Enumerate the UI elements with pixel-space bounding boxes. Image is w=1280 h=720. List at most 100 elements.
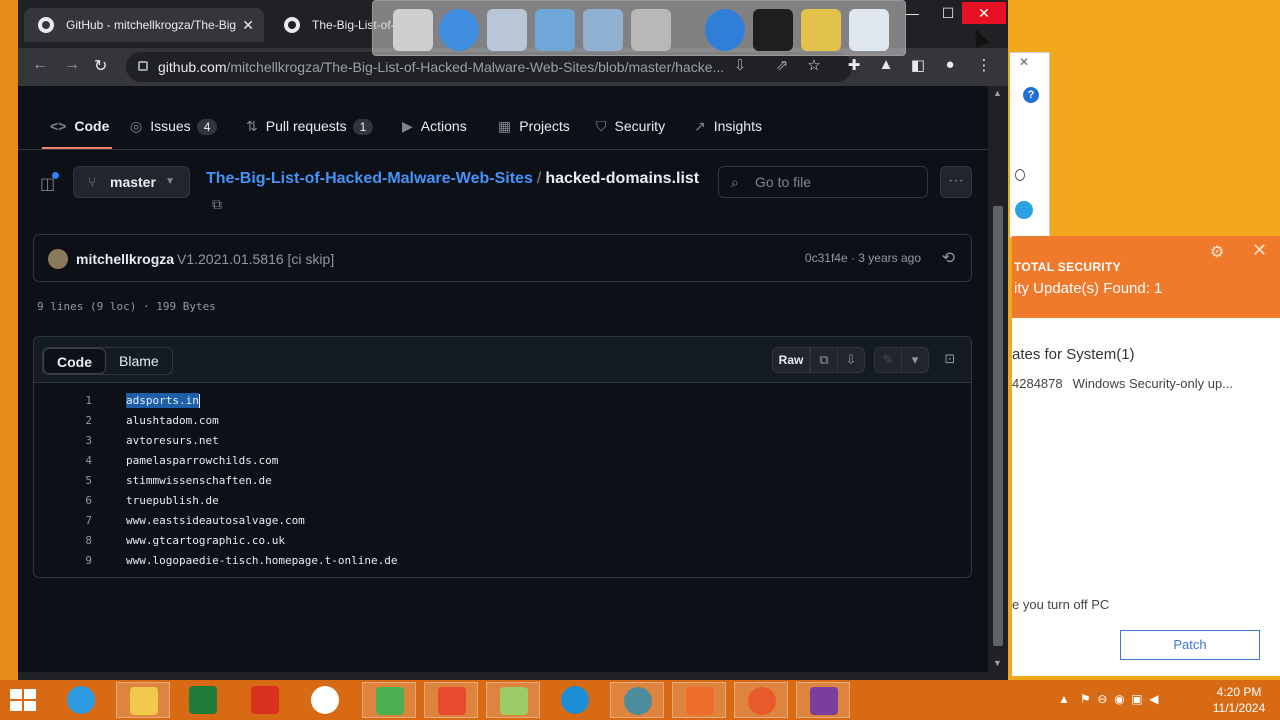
symbols-panel-icon[interactable]: ⊡ bbox=[936, 347, 964, 373]
share-icon[interactable]: ⇗ bbox=[772, 56, 792, 74]
line-number[interactable]: 9 bbox=[34, 551, 92, 571]
flag-icon[interactable]: ⚑ bbox=[1080, 692, 1091, 706]
taskbar-explorer[interactable] bbox=[116, 682, 170, 718]
maximize-button[interactable]: ☐ bbox=[930, 2, 966, 24]
commit-meta[interactable]: 0c31f4e · 3 years ago bbox=[805, 251, 921, 265]
system-tray[interactable]: ▲ ⚑ ⊖ ◉ ▣ ◀ bbox=[1058, 692, 1158, 706]
menu-icon[interactable]: ⋮ bbox=[974, 56, 994, 74]
code-line[interactable]: 6 truepublish.de bbox=[34, 491, 971, 511]
clock[interactable]: 4:20 PM 11/1/2024 bbox=[1206, 684, 1272, 716]
scroll-down-icon[interactable]: ▼ bbox=[993, 658, 1002, 668]
taskbar-excel[interactable] bbox=[176, 682, 230, 718]
history-icon[interactable]: ⟲ bbox=[942, 248, 955, 268]
control-panel-icon[interactable] bbox=[583, 9, 623, 51]
code-view-button[interactable]: Code bbox=[43, 348, 106, 374]
chevron-down-icon[interactable]: ▾ bbox=[901, 347, 929, 373]
back-icon[interactable]: ← bbox=[32, 56, 48, 74]
stop-icon[interactable]: ⊖ bbox=[1097, 692, 1107, 706]
reload-icon[interactable]: ↻ bbox=[94, 56, 107, 76]
code-line[interactable]: 4 pamelasparrowchilds.com bbox=[34, 451, 971, 471]
line-number[interactable]: 4 bbox=[34, 451, 92, 471]
code-line[interactable]: 9 www.logopaedie-tisch.homepage.t-online.… bbox=[34, 551, 971, 571]
forward-icon[interactable]: → bbox=[64, 56, 80, 74]
tab-issues[interactable]: ◎ Issues 4 bbox=[130, 118, 218, 135]
taskbar-ccleaner[interactable] bbox=[734, 682, 788, 718]
commit-message[interactable]: V1.2021.01.5816 [ci skip] bbox=[177, 251, 334, 267]
copy-path-icon[interactable]: ⧉ bbox=[212, 196, 222, 213]
network-icon[interactable] bbox=[439, 9, 479, 51]
more-options-button[interactable]: ··· bbox=[940, 166, 972, 198]
wand-icon[interactable] bbox=[801, 9, 841, 51]
code-line[interactable]: 3 avtoresurs.net bbox=[34, 431, 971, 451]
patch-button[interactable]: Patch bbox=[1120, 630, 1260, 660]
recycle-bin-icon[interactable] bbox=[849, 9, 889, 51]
close-window-button[interactable]: ✕ bbox=[962, 2, 1006, 24]
shield-tray-icon[interactable]: ◉ bbox=[1114, 692, 1124, 706]
extensions-icon[interactable]: ✚ bbox=[844, 56, 864, 74]
close-tab-icon[interactable]: ✕ bbox=[242, 8, 254, 42]
line-number[interactable]: 2 bbox=[34, 411, 92, 431]
edit-icon[interactable]: ✎ bbox=[874, 347, 902, 373]
chevron-up-icon[interactable]: ▲ bbox=[1058, 692, 1070, 706]
line-number[interactable]: 5 bbox=[34, 471, 92, 491]
internet-icon[interactable] bbox=[705, 9, 745, 51]
code-line[interactable]: 5 stimmwissenschaften.de bbox=[34, 471, 971, 491]
install-icon[interactable]: ⇩ bbox=[730, 56, 750, 74]
taskbar-security-app[interactable] bbox=[424, 682, 478, 718]
sidepanel-icon[interactable]: ◧ bbox=[908, 56, 928, 74]
blame-view-button[interactable]: Blame bbox=[106, 348, 172, 374]
line-number[interactable]: 1 bbox=[34, 391, 92, 411]
tab-security[interactable]: ⛉ Security bbox=[596, 118, 665, 135]
file-tree-toggle-icon[interactable]: ◫ bbox=[40, 172, 59, 194]
avatar[interactable] bbox=[48, 249, 68, 269]
taskbar-rocket[interactable] bbox=[672, 682, 726, 718]
tools-icon[interactable] bbox=[631, 9, 671, 51]
taskbar-notepad[interactable] bbox=[486, 682, 540, 718]
taskbar-yandex[interactable] bbox=[238, 682, 292, 718]
raw-button[interactable]: Raw bbox=[772, 347, 810, 373]
copy-icon[interactable]: ⧉ bbox=[810, 347, 838, 373]
tab-github-active[interactable]: GitHub - mitchellkrogza/The-Big ✕ bbox=[24, 8, 264, 42]
labs-icon[interactable]: ▲ bbox=[876, 56, 896, 73]
breadcrumb-repo-link[interactable]: The-Big-List-of-Hacked-Malware-Web-Sites bbox=[206, 170, 533, 187]
folder-icon[interactable] bbox=[535, 9, 575, 51]
scroll-up-icon[interactable]: ▲ bbox=[993, 88, 1002, 98]
tab-code[interactable]: <> Code bbox=[50, 118, 109, 134]
taskbar-checkmark-app[interactable] bbox=[362, 682, 416, 718]
line-number[interactable]: 3 bbox=[34, 431, 92, 451]
tab-projects[interactable]: ▦ Projects bbox=[498, 118, 570, 135]
tab-pull-requests[interactable]: ⇅ Pull requests 1 bbox=[246, 118, 374, 135]
taskbar-winrar[interactable] bbox=[796, 682, 850, 718]
code-line[interactable]: 8 www.gtcartographic.co.uk bbox=[34, 531, 971, 551]
volume-icon[interactable]: ◀ bbox=[1149, 692, 1158, 706]
close-icon[interactable]: ✕ bbox=[1252, 240, 1267, 261]
line-number[interactable]: 6 bbox=[34, 491, 92, 511]
network-tray-icon[interactable]: ▣ bbox=[1131, 692, 1142, 706]
gear-icon[interactable]: ⚙ bbox=[1210, 242, 1224, 262]
tab-actions[interactable]: ▶ Actions bbox=[402, 118, 467, 135]
notes-icon[interactable] bbox=[487, 9, 527, 51]
branch-selector[interactable]: ⑂ master ▼ bbox=[73, 166, 190, 198]
close-icon[interactable]: ✕ bbox=[1019, 55, 1029, 69]
taskbar-chrome-like[interactable] bbox=[610, 682, 664, 718]
taskbar-yandex-browser[interactable] bbox=[298, 682, 352, 718]
line-number[interactable]: 7 bbox=[34, 511, 92, 531]
code-line[interactable]: 7 www.eastsideautosalvage.com bbox=[34, 511, 971, 531]
go-to-file-input[interactable]: ⌕ Go to file bbox=[718, 166, 928, 198]
commit-author[interactable]: mitchellkrogza bbox=[76, 251, 174, 267]
code-line[interactable]: 2 alushtadom.com bbox=[34, 411, 971, 431]
lock-icon[interactable] bbox=[138, 61, 148, 71]
help-icon[interactable]: ? bbox=[1023, 87, 1039, 103]
document-icon[interactable] bbox=[393, 9, 433, 51]
tab-insights[interactable]: ↗ Insights bbox=[694, 118, 762, 135]
start-button[interactable] bbox=[10, 689, 36, 711]
taskbar-edge[interactable] bbox=[548, 682, 602, 718]
scrollbar-thumb[interactable] bbox=[993, 206, 1003, 646]
scrollbar[interactable]: ▲ ▼ bbox=[988, 86, 1008, 672]
profile-icon[interactable]: ● bbox=[940, 56, 960, 73]
download-icon[interactable]: ⇩ bbox=[837, 347, 865, 373]
taskbar-ie[interactable] bbox=[54, 682, 108, 718]
star-icon[interactable]: ☆ bbox=[804, 56, 824, 74]
line-number[interactable]: 8 bbox=[34, 531, 92, 551]
shirt-icon[interactable] bbox=[753, 9, 793, 51]
